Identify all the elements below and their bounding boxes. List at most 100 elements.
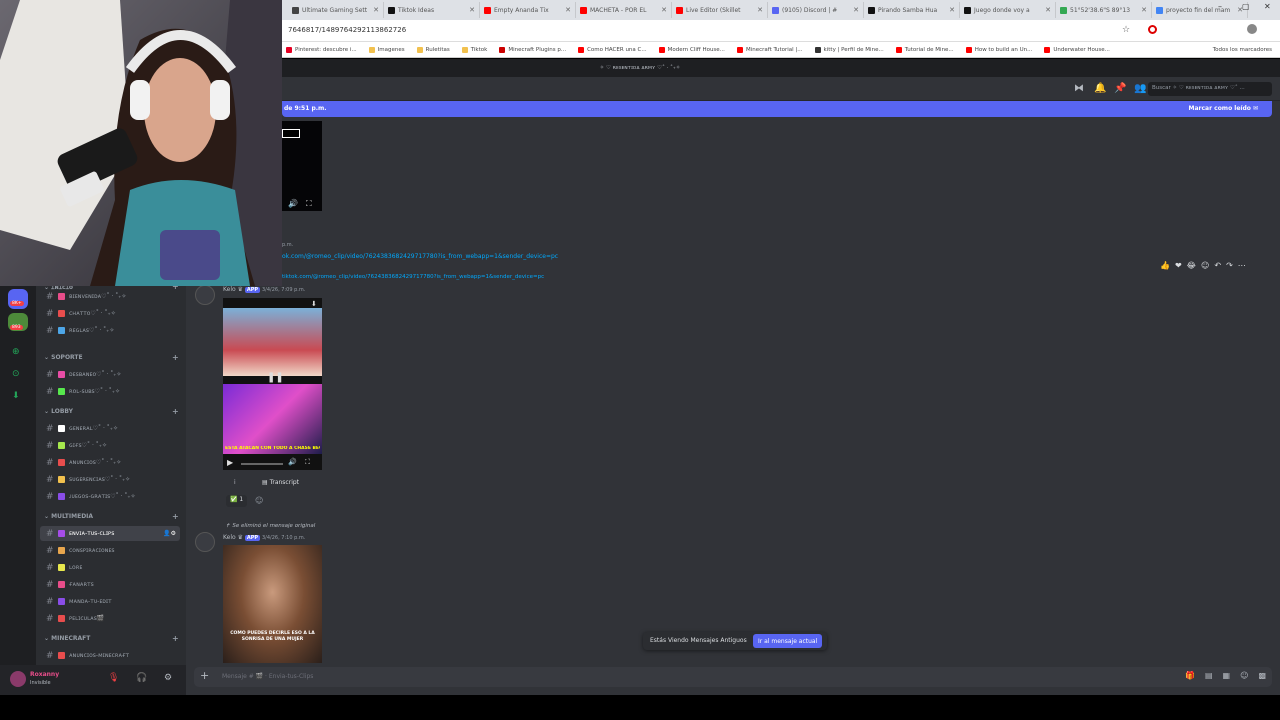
close-tab-icon[interactable]: ✕ [1141,6,1147,14]
opera-icon[interactable] [1148,25,1157,34]
channel-category[interactable]: ⌄ LOBBY + [44,407,179,416]
bookmark-item[interactable]: Tutorial de Mine... [895,46,954,53]
bookmark-item[interactable]: Imagenes [368,46,405,53]
members-icon[interactable]: 👥 [1134,83,1146,94]
server-icon[interactable] [8,289,28,309]
reply-link[interactable]: tiktok.com/@romeo_clip/video/76243836824… [282,274,544,280]
close-tab-icon[interactable]: ✕ [1045,6,1051,14]
bookmark-item[interactable]: How to build an Un... [965,46,1032,53]
threads-icon[interactable]: ⧓ [1074,83,1084,94]
volume-icon[interactable]: 🔊 [288,458,297,466]
more-icon[interactable]: ⋯ [1238,261,1246,270]
browser-tab[interactable]: Juego donde voy a ✕ [960,2,1056,18]
info-icon[interactable]: i [234,479,236,486]
apps-icon[interactable]: ▩ [1258,671,1266,680]
browser-tab[interactable]: 51°52'38.6"S 89°13 ✕ [1056,2,1152,18]
channel-item[interactable]: # ᴊᴜᴇɢᴏs-ɢʀᴀᴛɪs♡˚ · ˚₊✧ [40,489,180,504]
pause-icon[interactable]: ❚❚ [267,372,284,383]
channel-item[interactable]: # ᴘᴇʟɪᴄᴜʟᴀs🎬 [40,611,180,626]
forward-icon[interactable]: ↷ [1226,261,1233,270]
channel-item[interactable]: # ʟᴏʀᴇ [40,560,180,575]
close-tab-icon[interactable]: ✕ [949,6,955,14]
add-reaction-icon[interactable]: ☺ [255,496,263,505]
fullscreen-icon[interactable]: ⛶ [306,199,312,209]
video-player-2[interactable]: COMO PUEDES DECIRLE ESO A LA SONRISA DE … [223,545,322,663]
add-channel-icon[interactable]: + [172,353,179,362]
close-tab-icon[interactable]: ✕ [373,6,379,14]
fullscreen-icon[interactable]: ⛶ [305,458,310,467]
bookmark-item[interactable]: Modern Cliff House... [658,46,725,53]
bookmark-item[interactable]: Underwater House... [1044,46,1110,53]
gift-icon[interactable]: 🎁 [1185,671,1195,680]
browser-tab[interactable]: proyecto fin del mam ✕ [1152,2,1248,18]
browser-tab[interactable]: Empty Ananda Tix ✕ [480,2,576,18]
channel-item[interactable]: # ᴀɴᴜɴᴄɪᴏs♡˚ · ˚₊✧ [40,455,180,470]
volume-icon[interactable]: 🔊 [288,199,298,208]
chat-input[interactable]: + Mensaje # 🎬 · Envia-tus-Clips 🎁 ▤ ▦ ☺ ▩ [194,667,1272,687]
play-icon[interactable]: ▶ [227,458,233,467]
add-channel-icon[interactable]: + [172,512,179,521]
close-window-icon[interactable]: ✕ [1264,2,1271,11]
bookmark-item[interactable]: Como HACER una C... [578,46,647,53]
channel-item[interactable]: # ᴄʜᴀᴛᴛᴏ♡˚ · ˚₊✧ [40,306,180,321]
heart-icon[interactable]: ❤ [1175,261,1182,270]
close-tab-icon[interactable]: ✕ [661,6,667,14]
user-name[interactable]: Roxanny [30,671,59,678]
new-messages-bar[interactable]: de 9:51 p.m. Marcar como leído ✉ [282,101,1272,117]
browser-tab[interactable]: Live Editor (Skillet ✕ [672,2,768,18]
avatar[interactable] [195,532,215,552]
channel-item[interactable]: # ʙɪᴇɴᴠᴇɴɪᴅᴀ♡˚ · ˚₊✧ [40,289,180,304]
channel-item[interactable]: # ᴍᴀɴᴅᴀ-ᴛᴜ-ᴇᴅɪᴛ [40,594,180,609]
video-player-top[interactable]: 🔊 ⛶ [282,121,322,211]
star-icon[interactable]: ☆ [1122,25,1130,35]
bookmark-item[interactable]: Tiktok [461,46,487,53]
mark-read-button[interactable]: Marcar como leído ✉ [1189,101,1259,117]
bell-icon[interactable]: 🔔 [1094,83,1106,94]
channel-item[interactable]: # sᴜɢᴇʀᴇɴᴄɪᴀs♡˚ · ˚₊✧ [40,472,180,487]
search-input[interactable]: Buscar ✧ ♡ ʀᴇsᴇɴᴛɪᴅᴀ ᴀʀᴍʏ ♡˚ ... [1148,82,1272,96]
channel-category[interactable]: ⌄ MULTIMEDIA + [44,512,179,521]
channel-item[interactable]: # ɢᴇɴᴇʀᴀʟ♡˚ · ˚₊✧ [40,421,180,436]
channel-category[interactable]: ⌄ SOPORTE + [44,353,179,362]
browser-tab[interactable]: Tiktok Ideas ✕ [384,2,480,18]
minimize-icon[interactable]: – [1218,2,1222,11]
channel-item[interactable]: # ᴀɴᴜɴᴄɪᴏs-ᴍɪɴᴇᴄʀᴀғᴛ [40,648,180,663]
transcript-button[interactable]: ▤ Transcript [262,479,299,486]
gif-icon[interactable]: ▤ [1205,671,1213,680]
add-server-icon[interactable]: ⊕ [12,347,20,357]
channel-item[interactable]: # ᴇɴᴠɪᴀ-ᴛᴜs-ᴄʟɪᴘs 👤⚙ [40,526,180,541]
close-tab-icon[interactable]: ✕ [469,6,475,14]
add-reaction-icon[interactable]: ☺ [1201,261,1209,270]
download-icon[interactable]: ⬇ [311,300,317,308]
browser-tab[interactable]: Pirando Samba Hua ✕ [864,2,960,18]
avatar[interactable] [10,671,26,687]
profile-icon[interactable] [1247,24,1257,34]
bookmark-item[interactable]: Minecraft Tutorial |... [736,46,803,53]
url-text[interactable]: 7646817/1489764292113862726 [288,26,406,34]
emoji-icon[interactable]: 😂 [1187,261,1196,270]
username[interactable]: Kelo [223,534,236,541]
all-bookmarks-button[interactable]: Todos los marcadores [1213,47,1272,53]
headphones-icon[interactable]: 🎧 [136,673,147,683]
channel-item[interactable]: # ʀᴇɢʟᴀs♡˚ · ˚₊✧ [40,323,180,338]
plus-icon[interactable]: + [200,669,209,682]
bookmark-item[interactable]: Pinterest: descubre i... [286,46,357,53]
channel-category[interactable]: ⌄ MINECRAFT + [44,634,179,643]
channel-item[interactable]: # ᴅᴇsʙᴀɴᴇᴏ♡˚ · ˚₊✧ [40,367,180,382]
close-tab-icon[interactable]: ✕ [757,6,763,14]
maximize-icon[interactable]: ▢ [1242,2,1250,11]
close-tab-icon[interactable]: ✕ [565,6,571,14]
close-tab-icon[interactable]: ✕ [853,6,859,14]
progress-bar[interactable] [241,463,283,465]
explore-icon[interactable]: ⊙ [12,369,20,379]
bookmark-item[interactable]: Ruletitas [416,46,450,53]
channel-item[interactable]: # ᴄᴏɴsᴘɪʀᴀᴄɪᴏɴᴇs [40,543,180,558]
jump-to-present-button[interactable]: Ir al mensaje actual [753,634,823,648]
reaction-icon[interactable]: 👍 [1160,261,1170,270]
add-channel-icon[interactable]: + [172,634,179,643]
reply-icon[interactable]: ↶ [1214,261,1221,270]
settings-icon[interactable]: ⚙ [164,673,172,683]
username[interactable]: Kelo [223,286,236,293]
bookmark-item[interactable]: Minecraft Plugins p... [499,46,566,53]
bookmark-item[interactable]: kitty | Perfil de Mine... [814,46,884,53]
